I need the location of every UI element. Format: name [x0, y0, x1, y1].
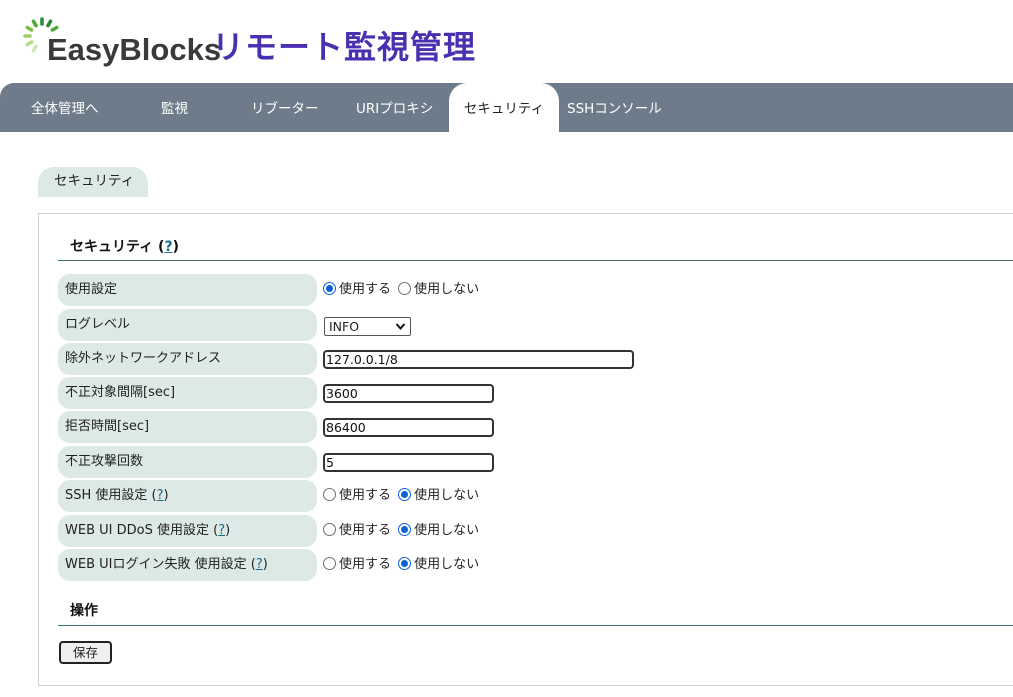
row-label-webui-ddos-text: WEB UI DDoS 使用設定 [65, 523, 209, 538]
webui-login-help-link[interactable]: ? [256, 557, 263, 572]
ssh-on-radio[interactable] [323, 488, 336, 501]
exclude-network-input[interactable]: 127.0.0.1/8 [323, 350, 634, 369]
webui-login-off-radio[interactable] [398, 557, 412, 570]
ssh-radio-group: 使用する 使用しない [323, 480, 482, 512]
row-attack-count: 不正攻撃回数 5 [58, 446, 998, 478]
security-heading-text: セキュリティ [70, 239, 154, 255]
ssh-on-label[interactable]: 使用する [339, 488, 391, 503]
ssh-help-link[interactable]: ? [157, 488, 164, 503]
row-label-webui-ddos: WEB UI DDoS 使用設定 (?) [58, 515, 317, 547]
nav-item-uri-proxy[interactable]: URIプロキシ [356, 83, 433, 132]
save-button[interactable]: 保存 [59, 641, 112, 664]
webui-ddos-on-label[interactable]: 使用する [339, 523, 391, 538]
section-tab-security[interactable]: セキュリティ [38, 167, 148, 197]
row-label-ssh-text: SSH 使用設定 [65, 488, 148, 503]
row-webui-login: WEB UIログイン失敗 使用設定 (?) 使用する 使用しない [58, 549, 998, 581]
nav-item-monitoring[interactable]: 監視 [161, 83, 188, 132]
enable-on-label[interactable]: 使用する [339, 282, 391, 297]
row-log-level: ログレベル INFO [58, 309, 998, 341]
enable-off-radio[interactable] [398, 282, 412, 295]
webui-ddos-off-label[interactable]: 使用しない [414, 523, 479, 538]
row-label-interval: 不正対象間隔[sec] [58, 377, 317, 409]
webui-ddos-radio-group: 使用する 使用しない [323, 515, 482, 547]
ssh-off-radio[interactable] [398, 488, 412, 501]
row-label-enable: 使用設定 [58, 274, 317, 306]
security-heading: セキュリティ (?) [70, 239, 179, 255]
main-nav: 全体管理へ 監視 リブーター URIプロキシ セキュリティ SSHコンソール [0, 83, 1013, 132]
app-title: リモート監視管理 [212, 28, 477, 66]
enable-on-radio[interactable] [323, 282, 336, 295]
row-label-ssh: SSH 使用設定 (?) [58, 480, 317, 512]
row-ssh: SSH 使用設定 (?) 使用する 使用しない [58, 480, 998, 512]
interval-input[interactable]: 3600 [323, 384, 494, 403]
deny-time-input[interactable]: 86400 [323, 418, 494, 437]
webui-ddos-on-radio[interactable] [323, 523, 336, 536]
row-exclude-network: 除外ネットワークアドレス 127.0.0.1/8 [58, 343, 998, 375]
section-divider [58, 260, 1013, 261]
row-label-log-level: ログレベル [58, 309, 317, 341]
enable-off-label[interactable]: 使用しない [414, 282, 479, 297]
row-webui-ddos: WEB UI DDoS 使用設定 (?) 使用する 使用しない [58, 515, 998, 547]
row-label-attack-count: 不正攻撃回数 [58, 446, 317, 478]
row-label-webui-login-text: WEB UIログイン失敗 使用設定 [65, 557, 247, 572]
nav-item-ssh-console[interactable]: SSHコンソール [567, 83, 662, 132]
nav-item-rebooter[interactable]: リブーター [251, 83, 319, 132]
row-interval: 不正対象間隔[sec] 3600 [58, 377, 998, 409]
row-deny-time: 拒否時間[sec] 86400 [58, 411, 998, 443]
operations-heading: 操作 [70, 603, 98, 619]
enable-radio-group: 使用する 使用しない [323, 274, 482, 306]
webui-login-on-label[interactable]: 使用する [339, 557, 391, 572]
webui-login-on-radio[interactable] [323, 557, 336, 570]
brand-name: EasyBlocks [47, 32, 222, 67]
security-help-link[interactable]: ? [164, 239, 172, 255]
webui-login-radio-group: 使用する 使用しない [323, 549, 482, 581]
webui-ddos-help-link[interactable]: ? [218, 523, 225, 538]
attack-count-input[interactable]: 5 [323, 453, 494, 472]
chevron-down-icon [395, 318, 406, 341]
row-label-webui-login: WEB UIログイン失敗 使用設定 (?) [58, 549, 317, 581]
app-header: EasyBlocks リモート監視管理 [0, 0, 1013, 83]
operations-divider [58, 625, 1013, 626]
webui-ddos-off-radio[interactable] [398, 523, 412, 536]
row-enable: 使用設定 使用する 使用しない [58, 274, 998, 306]
row-label-deny-time: 拒否時間[sec] [58, 411, 317, 443]
ssh-off-label[interactable]: 使用しない [414, 488, 479, 503]
webui-login-off-label[interactable]: 使用しない [414, 557, 479, 572]
log-level-value: INFO [329, 319, 360, 334]
row-label-exclude-network: 除外ネットワークアドレス [58, 343, 317, 375]
security-panel: セキュリティ (?) 使用設定 使用する 使用しない ログレベル INFO 除外… [38, 213, 1013, 686]
nav-item-overall-admin[interactable]: 全体管理へ [31, 83, 99, 132]
nav-item-security[interactable]: セキュリティ [449, 83, 559, 132]
log-level-select[interactable]: INFO [324, 317, 411, 336]
